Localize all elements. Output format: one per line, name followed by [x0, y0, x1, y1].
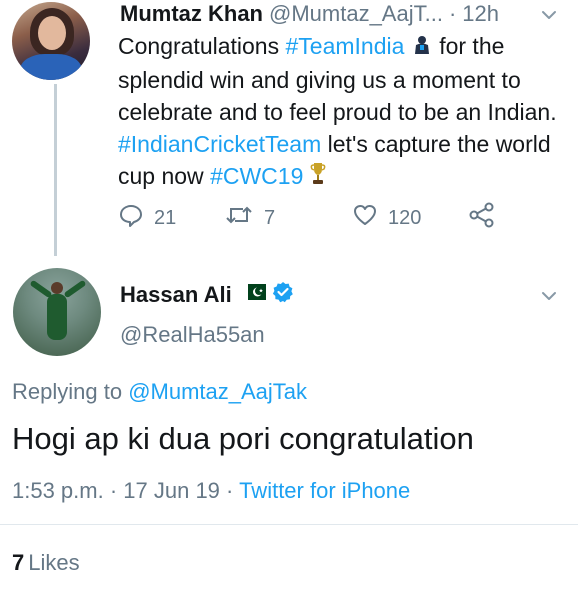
chevron-down-icon[interactable]	[541, 7, 557, 23]
trophy-emoji	[310, 161, 326, 195]
hashtag-link[interactable]: #CWC19	[210, 163, 303, 189]
hashtag-link[interactable]: #IndianCricketTeam	[118, 131, 321, 157]
likes-summary[interactable]: 7 Likes	[12, 550, 80, 576]
separator: ·	[103, 478, 124, 503]
like-count: 120	[388, 206, 422, 229]
tweet-meta: 1:53 p.m. · 17 Jun 19 · Twitter for iPho…	[12, 478, 410, 504]
tweet-date[interactable]: 17 Jun 19	[123, 478, 220, 503]
tweet-time[interactable]: 12h	[462, 1, 499, 27]
heart-icon	[352, 202, 378, 234]
retweet-count: 7	[264, 206, 276, 229]
divider	[0, 524, 578, 525]
avatar[interactable]	[13, 268, 101, 356]
share-button[interactable]	[468, 202, 496, 234]
reply-icon	[118, 202, 144, 234]
tweet-author-row: Hassan Ali	[120, 281, 294, 308]
retweet-button[interactable]: 7	[224, 202, 275, 234]
verified-badge-icon	[272, 281, 294, 308]
author-name[interactable]: Hassan Ali	[120, 282, 232, 308]
reply-count: 21	[154, 206, 177, 229]
hashtag-link[interactable]: #TeamIndia	[286, 33, 405, 59]
separator: ·	[448, 1, 457, 26]
likes-label: Likes	[28, 550, 80, 575]
retweet-icon	[224, 202, 254, 234]
tweet-text-segment: Congratulations	[118, 33, 286, 59]
author-name[interactable]: Mumtaz Khan	[120, 1, 263, 27]
reply-button[interactable]: 21	[118, 202, 176, 234]
tweet-time[interactable]: 1:53 p.m.	[12, 478, 104, 503]
tweet-header: Mumtaz Khan @Mumtaz_AajT... · 12h	[120, 0, 499, 28]
separator: ·	[219, 478, 240, 503]
author-handle[interactable]: @RealHa55an	[120, 322, 265, 348]
avatar[interactable]	[12, 2, 90, 80]
tweet-text: Congratulations #TeamIndia for the splen…	[118, 30, 568, 195]
cricket-shirt-emoji	[411, 32, 433, 64]
likes-count: 7	[12, 550, 25, 575]
like-button[interactable]: 120	[352, 202, 421, 234]
share-icon	[468, 202, 496, 234]
pakistan-flag-icon	[241, 284, 266, 305]
mention-link[interactable]: @Mumtaz_AajTak	[128, 379, 307, 404]
tweet-source-link[interactable]: Twitter for iPhone	[239, 478, 410, 503]
thread-connector-line	[54, 84, 57, 256]
author-handle[interactable]: @Mumtaz_AajT...	[269, 1, 443, 27]
replying-label: Replying to	[12, 379, 129, 404]
replying-to: Replying to @Mumtaz_AajTak	[12, 379, 307, 405]
chevron-down-icon[interactable]	[541, 288, 557, 304]
tweet-text: Hogi ap ki dua pori congratulation	[12, 421, 474, 456]
